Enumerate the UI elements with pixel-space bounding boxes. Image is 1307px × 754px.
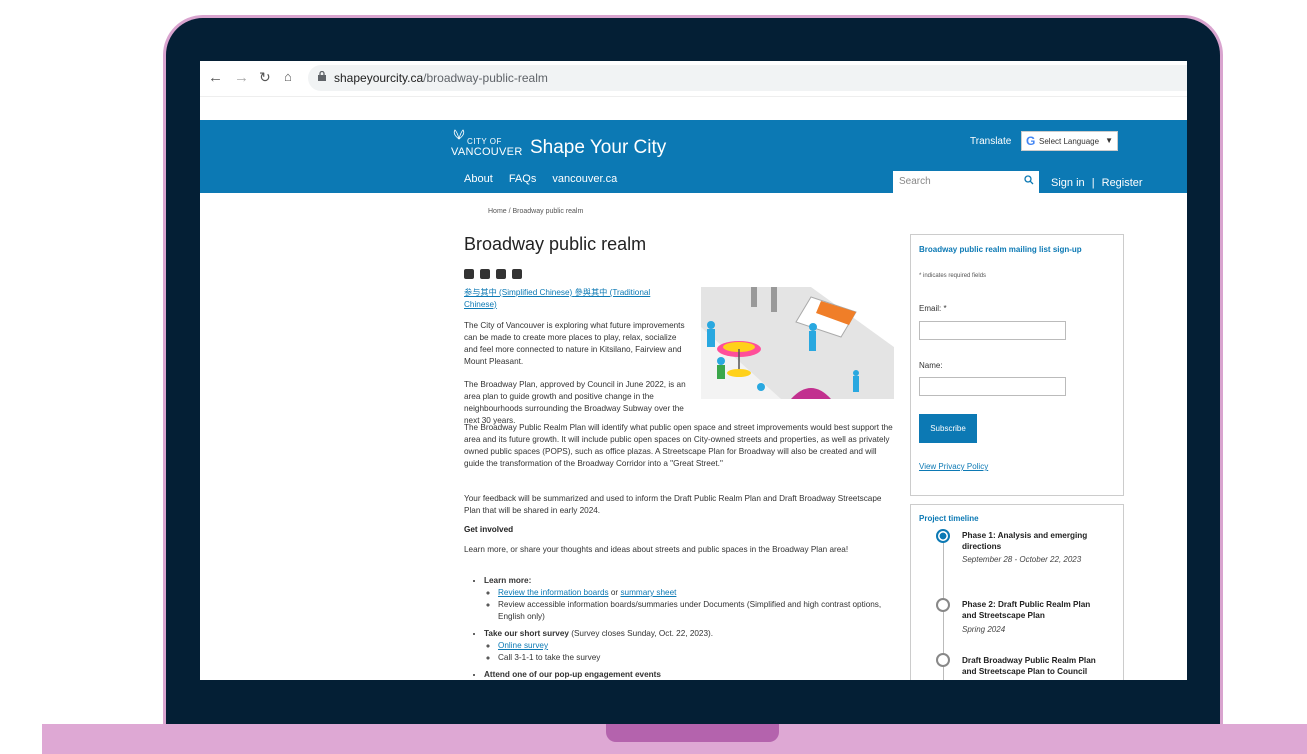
share-icons [464, 266, 528, 284]
list-item: Attend one of our pop-up engagement even… [484, 669, 894, 680]
phase-2-date: Spring 2024 [962, 625, 1006, 634]
logo-small-text: CITY OF [467, 137, 502, 146]
top-nav: About FAQs vancouver.ca [464, 173, 630, 185]
simplified-chinese-link[interactable]: 参与其中 (Simplified Chinese) [464, 288, 572, 297]
address-bar[interactable]: shapeyourcity.ca/broadway-public-realm [308, 65, 1187, 91]
language-links: 参与其中 (Simplified Chinese) 參與其中 (Traditio… [464, 287, 664, 311]
register-link[interactable]: Register [1102, 177, 1143, 189]
nav-faqs[interactable]: FAQs [509, 173, 537, 185]
search-input[interactable]: Search [893, 171, 1039, 193]
sign-in-link[interactable]: Sign in [1051, 177, 1085, 189]
lock-icon [318, 71, 326, 81]
list-item: Call 3-1-1 to take the survey [498, 652, 894, 664]
timeline-title: Project timeline [919, 514, 979, 523]
browser-toolbar: ← → ↻ ⌂ shapeyourcity.ca/broadway-public… [200, 61, 1187, 97]
summary-sheet-link[interactable]: summary sheet [620, 588, 676, 597]
phase-3-title: Draft Broadway Public Realm Plan and Str… [962, 656, 1096, 676]
intro-paragraph: The City of Vancouver is exploring what … [464, 321, 685, 366]
street-scene-illustration [701, 287, 894, 399]
list-item: Learn more: Review the information board… [484, 575, 894, 623]
name-label: Name: [919, 361, 943, 370]
breadcrumb[interactable]: Home / Broadway public realm [488, 208, 583, 215]
get-involved-heading: Get involved [464, 525, 514, 534]
public-realm-paragraph: The Broadway Public Realm Plan will iden… [464, 423, 893, 468]
broadway-plan-paragraph: The Broadway Plan, approved by Council i… [464, 380, 686, 425]
phase-1-date: September 28 - October 22, 2023 [962, 555, 1082, 564]
mailing-list-signup: Broadway public realm mailing list sign-… [910, 234, 1124, 496]
list-item: Review accessible information boards/sum… [498, 599, 894, 623]
translate-label: Translate [970, 136, 1012, 147]
email-label: Email: * [919, 304, 947, 313]
get-involved-text: Learn more, or share your thoughts and i… [464, 545, 849, 554]
home-icon[interactable]: ⌂ [284, 69, 292, 84]
information-boards-link[interactable]: Review the information boards [498, 588, 609, 597]
facebook-icon[interactable] [464, 269, 474, 279]
required-note: * indicates required fields [919, 273, 987, 279]
dropdown-arrow-icon: ▼ [1105, 136, 1113, 145]
involvement-list: Learn more: Review the information board… [464, 575, 894, 680]
email-icon[interactable] [512, 269, 522, 279]
google-icon: G [1026, 134, 1036, 148]
phase-1-title: Phase 1: Analysis and emerging direction… [962, 531, 1088, 551]
reload-icon[interactable]: ↻ [259, 69, 271, 86]
auth-links: Sign in | Register [1051, 177, 1143, 189]
linkedin-icon[interactable] [496, 269, 506, 279]
name-field[interactable] [919, 377, 1066, 396]
language-select[interactable]: G Select Language ▼ [1021, 131, 1118, 151]
url-text: shapeyourcity.ca/broadway-public-realm [334, 71, 548, 85]
browser-screen: ← → ↻ ⌂ shapeyourcity.ca/broadway-public… [200, 61, 1187, 680]
search-icon[interactable] [1024, 175, 1034, 185]
phase-2-marker [936, 598, 950, 612]
site-title[interactable]: Shape Your City [530, 137, 666, 159]
project-timeline: Project timeline Phase 1: Analysis and e… [910, 504, 1124, 680]
page-title: Broadway public realm [464, 234, 647, 254]
feedback-paragraph: Your feedback will be summarized and use… [464, 494, 882, 515]
list-item: Take our short survey (Survey closes Sun… [484, 628, 894, 664]
nav-vancouver[interactable]: vancouver.ca [552, 173, 617, 185]
laptop-notch [606, 724, 779, 742]
list-item: Review the information boards or summary… [498, 587, 894, 599]
signup-title: Broadway public realm mailing list sign-… [919, 245, 1082, 254]
arrow-left-icon[interactable]: ← [208, 69, 223, 86]
arrow-right-icon[interactable]: → [234, 69, 249, 86]
privacy-policy-link[interactable]: View Privacy Policy [919, 462, 988, 471]
email-field[interactable] [919, 321, 1066, 340]
nav-about[interactable]: About [464, 173, 493, 185]
subscribe-button[interactable]: Subscribe [919, 414, 977, 443]
logo-flower-icon [453, 129, 465, 140]
phase-3-marker [936, 653, 950, 667]
logo-main-text: VANCOUVER [451, 146, 523, 158]
hero-illustration [701, 287, 894, 399]
phase-2-title: Phase 2: Draft Public Realm Plan and Str… [962, 600, 1091, 620]
twitter-icon[interactable] [480, 269, 490, 279]
online-survey-link[interactable]: Online survey [498, 641, 548, 650]
list-item: Online survey [498, 640, 894, 652]
phase-1-marker [936, 529, 950, 543]
